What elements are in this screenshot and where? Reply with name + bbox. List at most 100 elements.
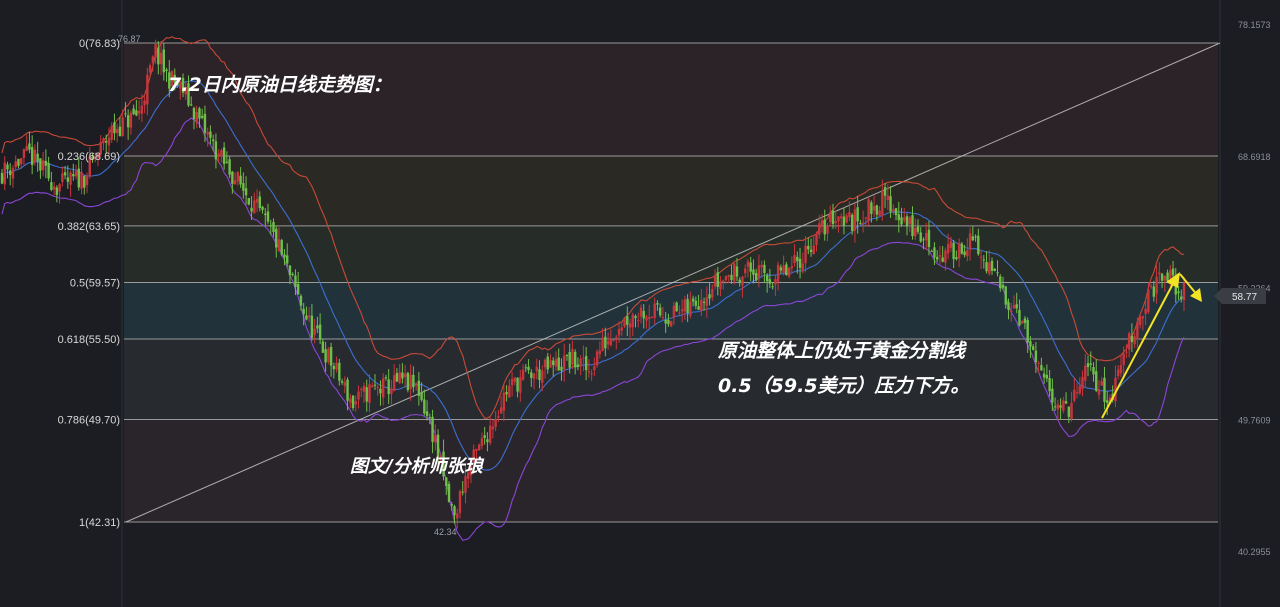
- candle-body: [760, 264, 763, 268]
- candle-body: [220, 150, 223, 157]
- candle-body: [1182, 282, 1186, 301]
- candle-body: [299, 295, 303, 306]
- candle-body: [80, 171, 83, 189]
- candle-body: [338, 362, 341, 381]
- candle-body: [996, 272, 999, 274]
- candle-body: [436, 434, 440, 457]
- candle-body: [401, 372, 404, 379]
- candle-body: [44, 160, 48, 166]
- candle-body: [582, 357, 585, 359]
- candle-body: [774, 278, 777, 285]
- candle-body: [960, 243, 964, 254]
- candle-body: [722, 280, 725, 282]
- candle-body: [510, 378, 514, 386]
- candle-body: [371, 385, 374, 388]
- candle-body: [483, 435, 486, 438]
- candle-body: [519, 377, 522, 393]
- candle-body: [730, 274, 733, 281]
- candle-body: [1133, 336, 1136, 345]
- candle-body: [752, 269, 755, 275]
- candle-body: [952, 242, 955, 260]
- candle-body: [195, 111, 198, 124]
- candle-body: [283, 254, 286, 258]
- candle-body: [0, 172, 4, 184]
- candle-body: [689, 301, 692, 316]
- candle-body: [272, 221, 275, 233]
- candle-body: [963, 251, 966, 256]
- fib-zone: [124, 155, 1218, 226]
- candle-body: [1089, 363, 1092, 365]
- candle-body: [162, 49, 166, 73]
- candle-body: [1015, 304, 1018, 309]
- last-price-tag: 58.77: [1214, 288, 1266, 304]
- candle-body: [637, 319, 640, 321]
- candle-body: [28, 143, 31, 150]
- candle-body: [798, 258, 802, 268]
- candle-body: [247, 198, 251, 205]
- candle-body: [1127, 333, 1131, 350]
- fib-level-label: 0.5(59.57): [70, 278, 120, 290]
- candle-body: [845, 215, 848, 223]
- candle-body: [148, 65, 152, 73]
- candle-body: [746, 261, 750, 267]
- candle-body: [979, 256, 983, 258]
- candle-body: [365, 387, 368, 402]
- fib-labels: 0(76.83) 0.236(68.69) 0.382(63.65) 0.5(59.5…: [58, 38, 120, 529]
- candle-body: [653, 303, 656, 318]
- candle-body: [949, 241, 953, 248]
- candle-body: [620, 327, 623, 331]
- candle-body: [217, 153, 220, 157]
- candle-body: [971, 236, 975, 241]
- candle-body: [914, 227, 917, 237]
- candle-body: [55, 187, 59, 196]
- candle-body: [72, 174, 75, 177]
- candle-body: [261, 206, 264, 210]
- candle-body: [327, 348, 330, 362]
- candle-body: [875, 205, 879, 215]
- candle-body: [892, 209, 895, 212]
- candle-body: [373, 384, 377, 386]
- candle-body: [702, 301, 706, 303]
- fib-level-label: 0.382(63.65): [58, 221, 120, 233]
- candle-body: [631, 314, 634, 328]
- candle-body: [823, 219, 826, 235]
- candle-body: [505, 392, 508, 395]
- candle-body: [878, 210, 881, 216]
- candle-body: [785, 264, 788, 276]
- candle-body: [974, 236, 977, 238]
- candle-body: [1067, 406, 1071, 417]
- candle-body: [818, 223, 821, 235]
- candle-body: [686, 298, 689, 314]
- candle-body: [280, 240, 283, 255]
- candle-body: [264, 213, 267, 216]
- candle-body: [1012, 305, 1016, 309]
- high-price-label: 76.87: [118, 34, 141, 44]
- candle-body: [1100, 381, 1103, 386]
- candle-body: [809, 249, 813, 253]
- candle-body: [6, 164, 9, 170]
- candle-body: [744, 268, 747, 274]
- candle-body: [741, 276, 744, 286]
- candle-body: [716, 272, 719, 287]
- candle-body: [606, 341, 610, 345]
- candle-body: [102, 138, 105, 144]
- candle-body: [870, 202, 873, 214]
- candle-body: [867, 199, 870, 221]
- candle-body: [154, 44, 157, 58]
- candle-body: [3, 162, 6, 185]
- candle-body: [431, 416, 434, 442]
- candle-body: [420, 392, 423, 400]
- candle-body: [837, 216, 840, 222]
- candle-body: [453, 506, 456, 516]
- candle-body: [63, 172, 67, 176]
- candle-body: [1084, 365, 1087, 381]
- candle-body: [546, 356, 549, 370]
- candle-body: [36, 153, 39, 162]
- candle-body: [829, 212, 832, 222]
- candle-body: [1122, 353, 1125, 365]
- candle-body: [1147, 289, 1150, 313]
- fib-level-label: 0(76.83): [79, 38, 120, 50]
- candle-body: [124, 113, 127, 115]
- candle-body: [1048, 377, 1051, 392]
- candle-body: [1180, 296, 1183, 300]
